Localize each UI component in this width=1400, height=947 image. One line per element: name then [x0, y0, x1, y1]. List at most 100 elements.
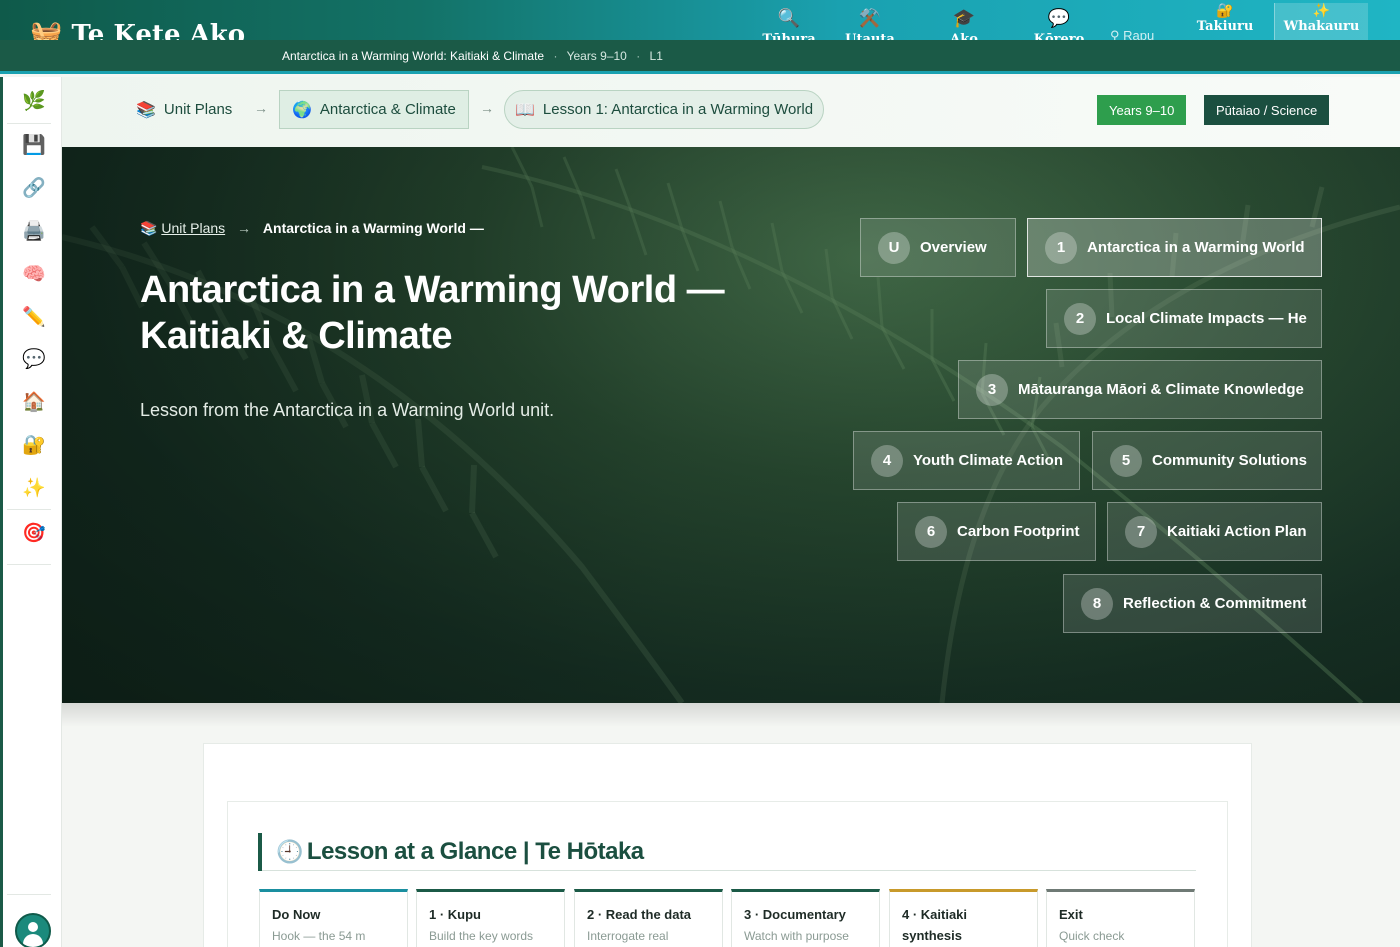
lesson-nav-6[interactable]: 6 Carbon Footprint [897, 502, 1096, 561]
step-title: 2 · Read the data [587, 907, 692, 922]
lock-key-icon: 🔐 [1216, 3, 1234, 19]
lesson-nav-2[interactable]: 2 Local Climate Impacts — He [1046, 289, 1322, 348]
lesson-number: 6 [915, 515, 947, 548]
step-title: Do Now [272, 907, 321, 922]
step-description: Quick check [1059, 929, 1125, 943]
sparkles-icon: ✨ [1312, 3, 1331, 19]
step-description: Watch with purpose [744, 929, 849, 943]
lesson-label: Local Climate Impacts — He [1106, 310, 1307, 327]
page-subtitle: Lesson from the Antarctica in a Warming … [140, 400, 555, 420]
lesson-label: Antarctica in a Warming World [1087, 239, 1305, 256]
hero-crumb-unit-plans-link[interactable]: Unit Plans [161, 220, 225, 236]
lesson-number: 8 [1081, 587, 1113, 620]
breadcrumb: 📚 Unit Plans → 🌍 Antarctica & Climate → … [62, 77, 1400, 147]
lesson-label: Youth Climate Action [913, 452, 1063, 469]
site-brand[interactable]: 🧺 Te Kete Ako [30, 20, 245, 40]
glance-step-kaitiaki-synthesis[interactable]: 4 · Kaitiaki synthesis [889, 889, 1038, 947]
save-icon[interactable]: 💾 [21, 133, 47, 159]
lock-icon[interactable]: 🔐 [21, 433, 47, 459]
lesson-label: Carbon Footprint [957, 523, 1080, 540]
rail-divider [7, 509, 51, 510]
clock-icon: 🕘 [276, 839, 303, 864]
fern-icon[interactable]: 🌿 [21, 89, 47, 115]
glance-heading: 🕘 Lesson at a Glance | Te Hōtaka [258, 833, 644, 871]
lesson-number: 5 [1110, 444, 1142, 477]
globe-icon: 🌍 [292, 101, 312, 119]
rail-divider [7, 123, 51, 124]
arrow-right-icon: → [254, 100, 268, 116]
rail-divider [7, 894, 51, 895]
lesson-label: Kaitiaki Action Plan [1167, 523, 1307, 540]
user-avatar[interactable] [15, 913, 51, 947]
step-title: 1 · Kupu [429, 907, 481, 922]
lesson-nav-8[interactable]: 8 Reflection & Commitment [1063, 574, 1322, 633]
nav-item-ako[interactable]: 🎓 Ako [924, 8, 1004, 41]
glance-title: Lesson at a Glance | Te Hōtaka [306, 838, 644, 865]
step-title: 4 · Kaitiaki synthesis [902, 907, 968, 943]
glance-step-read-data[interactable]: 2 · Read the data Interrogate real [574, 889, 723, 947]
lesson-hero: 📚 Unit Plans → Antarctica in a Warming W… [62, 147, 1400, 703]
link-icon[interactable]: 🔗 [21, 176, 47, 202]
lesson-number: 4 [871, 444, 903, 477]
books-icon: 📚 [140, 220, 158, 236]
context-unit: Antarctica in a Warming World: Kaitiaki … [282, 49, 545, 63]
signup-button[interactable]: ✨ Whakauru [1274, 3, 1368, 40]
magnifier-icon: 🔍 [777, 8, 801, 29]
glance-step-kupu[interactable]: 1 · Kupu Build the key words [416, 889, 565, 947]
lesson-label: Reflection & Commitment [1123, 595, 1307, 612]
lesson-label: Mātauranga Māori & Climate Knowledge [1018, 381, 1304, 398]
target-icon[interactable]: 🎯 [21, 521, 47, 547]
lesson-number: U [878, 231, 910, 264]
books-icon: 📚 [136, 101, 156, 119]
search-placeholder: Rapu [1123, 28, 1155, 40]
chat-icon[interactable]: 💬 [21, 347, 47, 373]
lesson-label: Community Solutions [1152, 452, 1307, 469]
lesson-context-bar: Antarctica in a Warming World: Kaitiaki … [0, 40, 1400, 74]
context-years: Years 9–10 [566, 49, 627, 63]
open-book-icon: 📖 [515, 101, 535, 119]
heading-divider [262, 870, 1196, 871]
graduation-cap-icon: 🎓 [952, 8, 976, 29]
lesson-label: Overview [920, 239, 987, 256]
brain-icon[interactable]: 🧠 [21, 262, 47, 288]
lesson-nav-overview[interactable]: U Overview [860, 218, 1016, 277]
lesson-number: 7 [1125, 515, 1157, 548]
top-navigation-bar: 🧺 Te Kete Ako 🔍 Tūhura ⚒️ Utauta 🎓 Ako 💬… [0, 0, 1400, 40]
lesson-nav-7[interactable]: 7 Kaitiaki Action Plan [1107, 502, 1322, 561]
years-tag: Years 9–10 [1097, 95, 1187, 125]
lesson-number: 1 [1045, 231, 1077, 264]
lesson-nav-1[interactable]: 1 Antarctica in a Warming World [1027, 218, 1322, 277]
subject-tag: Pūtaiao / Science [1204, 95, 1330, 125]
pencil-icon[interactable]: ✏️ [21, 305, 47, 331]
step-title: 3 · Documentary [744, 907, 846, 922]
nav-item-tuhura[interactable]: 🔍 Tūhura [749, 8, 829, 41]
print-icon[interactable]: 🖨️ [21, 219, 47, 245]
rail-divider [7, 564, 51, 565]
hero-crumb-current: Antarctica in a Warming World — [262, 220, 484, 236]
lesson-nav-3[interactable]: 3 Mātauranga Māori & Climate Knowledge [958, 360, 1322, 419]
brand-name: Te Kete Ako [71, 20, 246, 40]
sparkles-icon[interactable]: ✨ [21, 476, 47, 502]
glance-step-exit[interactable]: Exit Quick check [1046, 889, 1195, 947]
login-button[interactable]: 🔐 Takiuru [1190, 3, 1260, 40]
crumb-current-lesson[interactable]: 📖 Lesson 1: Antarctica in a Warming Worl… [504, 90, 825, 129]
glance-step-do-now[interactable]: Do Now Hook — the 54 m [259, 889, 408, 947]
step-description: Build the key words [429, 929, 534, 943]
lesson-nav-5[interactable]: 5 Community Solutions [1092, 431, 1322, 490]
home-icon[interactable]: 🏠 [21, 390, 47, 416]
context-lesson: L1 [649, 49, 663, 63]
nav-item-utauta[interactable]: ⚒️ Utauta [830, 8, 910, 41]
crumb-unit-plans[interactable]: 📚 Unit Plans [136, 90, 232, 129]
step-description: Interrogate real [587, 929, 669, 943]
search-icon: ⚲ [1110, 28, 1120, 40]
lesson-nav-4[interactable]: 4 Youth Climate Action [853, 431, 1080, 490]
speech-bubble-icon: 💬 [1047, 8, 1071, 29]
glance-step-documentary[interactable]: 3 · Documentary Watch with purpose [731, 889, 880, 947]
search-input[interactable]: ⚲ Rapu [1110, 28, 1154, 40]
crumb-unit[interactable]: 🌍 Antarctica & Climate [279, 90, 469, 129]
hero-breadcrumb: 📚 Unit Plans → Antarctica in a Warming W… [140, 220, 484, 237]
tools-icon: ⚒️ [858, 8, 882, 29]
arrow-right-icon: → [237, 220, 252, 236]
nav-item-korero[interactable]: 💬 Kōrero [1019, 8, 1099, 41]
step-description: Hook — the 54 m [272, 929, 366, 943]
